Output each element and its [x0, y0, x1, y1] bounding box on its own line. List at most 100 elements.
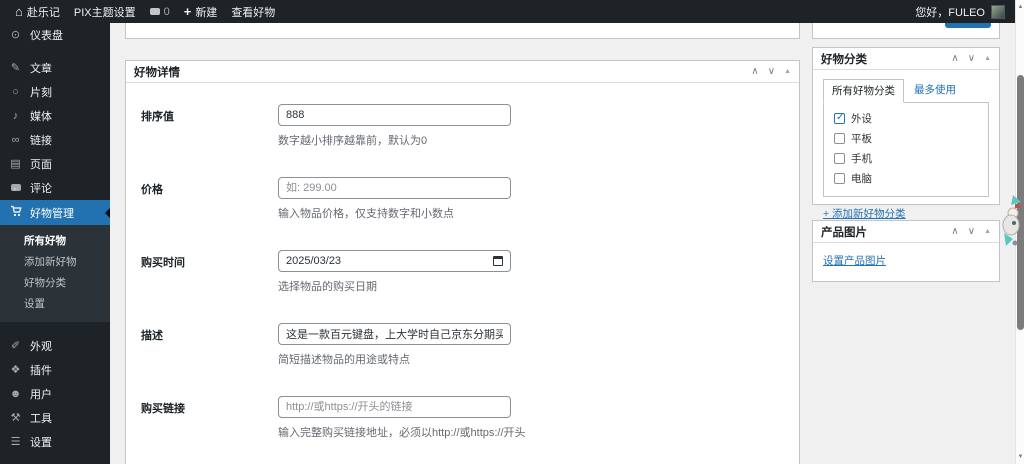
new-label: 新建	[195, 6, 218, 19]
purchase-date-input[interactable]: 2025/03/23	[278, 250, 511, 272]
view-item-label: 查看好物	[231, 6, 276, 19]
pages-icon: ▤	[10, 157, 21, 170]
admin-bar: ⌂ 赴乐记 PIX主题设置 0 + 新建 查看好物 您好，FULEO	[0, 0, 1015, 23]
sort-label: 排序值	[141, 111, 174, 123]
category-item-phone[interactable]: 手机	[834, 151, 980, 166]
move-down-icon[interactable]: ∨	[768, 66, 775, 77]
home-icon: ⌂	[15, 4, 23, 19]
collapse-toggle-icon[interactable]: ▲	[984, 228, 991, 235]
move-up-icon[interactable]: ∧	[951, 53, 958, 64]
sidebar-item-settings[interactable]: ☰ 设置	[0, 430, 110, 454]
purchase-link-row: 购买链接 输入完整购买链接地址，必须以http://或https://开头	[141, 396, 784, 455]
scroll-up-icon[interactable]: ▲	[1016, 4, 1024, 10]
submenu-goods-category[interactable]: 好物分类	[0, 272, 110, 293]
sidebar-item-label: 片刻	[30, 87, 52, 99]
set-product-image-link[interactable]: 设置产品图片	[823, 255, 886, 267]
admin-bar-theme-settings[interactable]: PIX主题设置	[67, 0, 143, 23]
description-row: 描述 简短描述物品的用途或特点	[141, 323, 784, 382]
checkbox[interactable]	[834, 133, 845, 144]
sidebar-item-label: 插件	[30, 365, 52, 377]
purchase-link-hint: 输入完整购买链接地址，必须以http://或https://开头	[278, 427, 526, 439]
purchase-link-label: 购买链接	[141, 403, 185, 415]
collapse-toggle-icon[interactable]: ▲	[984, 55, 991, 62]
move-down-icon[interactable]: ∨	[968, 53, 975, 64]
purchase-date-hint: 选择物品的购买日期	[278, 281, 377, 293]
purchase-date-value: 2025/03/23	[286, 255, 342, 267]
sidebar-item-label: 页面	[30, 159, 52, 171]
description-label: 描述	[141, 330, 163, 342]
sidebar-item-label: 工具	[30, 413, 52, 425]
move-down-icon[interactable]: ∨	[968, 226, 975, 237]
sidebar-item-dashboard[interactable]: ⊙ 仪表盘	[0, 23, 110, 47]
panel-title: 好物分类	[821, 53, 867, 66]
checkbox[interactable]	[834, 153, 845, 164]
mascot-widget[interactable]	[1000, 193, 1024, 255]
comment-count: 0	[163, 5, 170, 18]
move-up-icon[interactable]: ∧	[751, 66, 758, 77]
category-label: 平板	[851, 133, 872, 145]
admin-bar-view-item[interactable]: 查看好物	[224, 0, 282, 23]
sidebar-item-pages[interactable]: ▤ 页面	[0, 152, 110, 176]
plus-icon: +	[183, 4, 192, 19]
admin-bar-new[interactable]: + 新建	[177, 0, 225, 23]
sidebar-item-moments[interactable]: ○ 片刻	[0, 80, 110, 104]
sort-input[interactable]	[278, 104, 511, 126]
sidebar-item-goods-manage[interactable]: 好物管理	[0, 200, 110, 225]
calendar-icon[interactable]	[493, 256, 503, 266]
avatar[interactable]	[991, 4, 1005, 19]
sidebar-item-label: 好物管理	[30, 207, 74, 220]
sidebar-item-label: 评论	[30, 183, 52, 195]
settings-icon: ☰	[10, 435, 21, 448]
sidebar-item-label: 文章	[30, 63, 52, 75]
admin-bar-site[interactable]: ⌂ 赴乐记	[8, 0, 67, 23]
purchase-date-row: 购买时间 2025/03/23 选择物品的购买日期	[141, 250, 784, 309]
sidebar-item-tools[interactable]: ⚒ 工具	[0, 406, 110, 430]
sidebar-item-appearance[interactable]: ✐ 外观	[0, 334, 110, 358]
checkbox[interactable]	[834, 112, 845, 124]
category-item-computer[interactable]: 电脑	[834, 171, 980, 186]
update-button-partial[interactable]	[945, 23, 991, 28]
product-image-panel: 产品图片 ∧ ∨ ▲ 设置产品图片	[812, 220, 1000, 282]
comment-icon	[149, 8, 160, 15]
category-item-tablet[interactable]: 平板	[834, 131, 980, 146]
comments-icon	[9, 183, 22, 194]
admin-bar-comments[interactable]: 0	[143, 0, 177, 23]
category-checklist: 外设 平板 手机 电脑	[823, 102, 989, 197]
dashboard-icon: ⊙	[10, 28, 21, 41]
price-label: 价格	[141, 184, 163, 196]
tab-most-used[interactable]: 最多使用	[914, 82, 956, 102]
category-label: 电脑	[851, 173, 872, 185]
purchase-link-input[interactable]	[278, 396, 511, 418]
description-input[interactable]	[278, 323, 511, 345]
account-greeting[interactable]: 您好，FULEO	[915, 4, 985, 20]
panel-title: 好物详情	[134, 66, 180, 79]
moments-icon: ○	[12, 85, 19, 98]
price-hint: 输入物品价格，仅支持数字和小数点	[278, 208, 454, 220]
sidebar-item-label: 设置	[30, 437, 52, 449]
sidebar-item-posts[interactable]: ✎ 文章	[0, 56, 110, 80]
sidebar-item-comments[interactable]: 评论	[0, 176, 110, 200]
collapse-toggle-icon[interactable]: ▲	[784, 68, 791, 75]
sidebar-item-label: 仪表盘	[30, 30, 63, 42]
move-up-icon[interactable]: ∧	[951, 226, 958, 237]
scroll-down-icon[interactable]: ▼	[1016, 454, 1024, 460]
sidebar-item-plugins[interactable]: ❖ 插件	[0, 358, 110, 382]
submenu-goods-settings[interactable]: 设置	[0, 293, 110, 314]
theme-settings-label: PIX主题设置	[73, 6, 136, 19]
sort-row: 排序值 数字越小排序越靠前，默认为0	[141, 104, 784, 163]
submenu-all-goods[interactable]: 所有好物	[0, 230, 110, 251]
sidebar-item-links[interactable]: ∞ 链接	[0, 128, 110, 152]
add-category-link[interactable]: + 添加新好物分类	[823, 206, 906, 221]
media-icon: ♪	[12, 109, 19, 122]
sidebar-item-label: 媒体	[30, 111, 52, 123]
tools-icon: ⚒	[10, 411, 21, 424]
category-label: 外设	[851, 113, 872, 125]
category-item-peripherals[interactable]: 外设	[834, 111, 980, 126]
submenu-add-goods[interactable]: 添加新好物	[0, 251, 110, 272]
checkbox[interactable]	[834, 173, 845, 184]
price-input[interactable]	[278, 177, 511, 199]
sidebar-item-label: 外观	[30, 341, 52, 353]
sidebar-item-users[interactable]: ☻ 用户	[0, 382, 110, 406]
sidebar-item-media[interactable]: ♪ 媒体	[0, 104, 110, 128]
tab-all-categories[interactable]: 所有好物分类	[823, 79, 904, 103]
